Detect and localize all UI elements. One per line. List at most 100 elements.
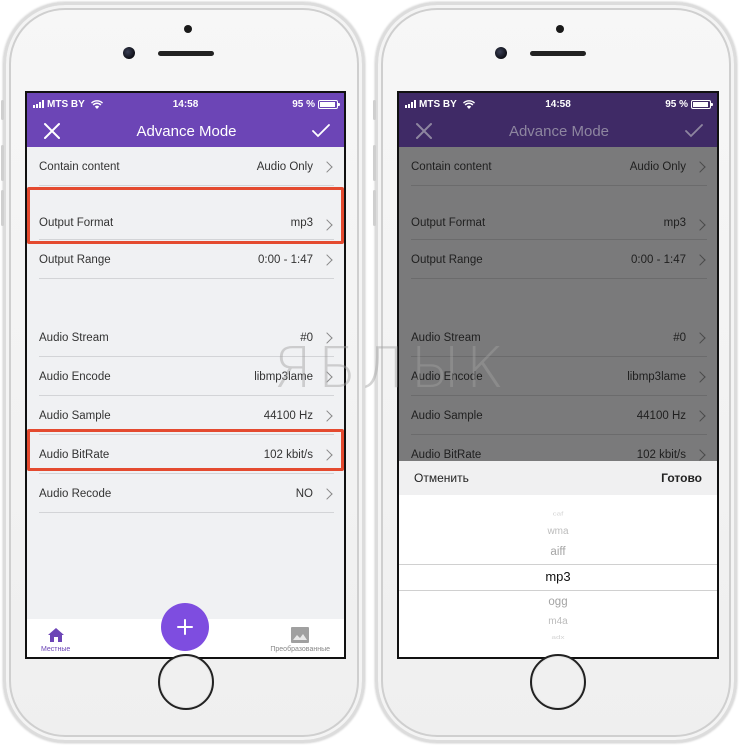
earpiece-speaker: [530, 51, 586, 56]
chevron-right-icon: [694, 370, 706, 383]
setting-row-output-format: Output Format mp3: [399, 186, 717, 240]
setting-label: Output Format: [411, 217, 486, 229]
setting-label: Contain content: [39, 160, 120, 173]
checkmark-icon[interactable]: [310, 120, 332, 142]
mute-switch: [1, 100, 4, 120]
nav-bar: Advance Mode: [27, 115, 344, 147]
battery-percent: 95 %: [665, 98, 688, 110]
chevron-right-icon: [321, 448, 333, 461]
setting-value: Audio Only: [629, 160, 686, 173]
picker-toolbar: Отменить Готово: [399, 461, 717, 495]
volume-down-button: [1, 190, 4, 226]
done-button[interactable]: Готово: [661, 471, 702, 485]
setting-label: Audio Stream: [411, 331, 481, 344]
close-icon: [413, 120, 435, 142]
setting-row-audio-recode[interactable]: Audio Recode NO: [27, 474, 344, 513]
tab-local[interactable]: Местные: [41, 627, 70, 653]
setting-value: mp3: [290, 217, 313, 229]
setting-value: 44100 Hz: [636, 409, 686, 422]
setting-label: Audio Sample: [411, 409, 483, 422]
settings-list: Contain content Audio Only Output Format…: [27, 147, 344, 513]
setting-row-audio-stream: Audio Stream #0: [399, 318, 717, 357]
setting-value: 0:00 - 1:47: [631, 253, 686, 266]
wifi-icon: [90, 99, 103, 109]
battery-icon: [691, 99, 713, 109]
page-title: Advance Mode: [136, 122, 237, 140]
chevron-right-icon: [694, 448, 706, 461]
setting-row-output-range: Output Range 0:00 - 1:47: [399, 240, 717, 279]
cancel-button[interactable]: Отменить: [414, 471, 469, 485]
setting-value: #0: [300, 331, 313, 344]
add-button[interactable]: [161, 603, 209, 651]
setting-label: Contain content: [411, 160, 492, 173]
volume-up-button: [373, 145, 376, 181]
proximity-sensor: [184, 25, 192, 33]
tab-converted[interactable]: Преобразованные: [270, 627, 330, 653]
setting-value: NO: [295, 487, 313, 500]
picker-option[interactable]: adx: [399, 634, 717, 640]
setting-row-contain-content: Contain content Audio Only: [399, 147, 717, 186]
chevron-right-icon: [321, 331, 333, 344]
setting-label: Audio Encode: [39, 370, 111, 383]
chevron-right-icon: [321, 370, 333, 383]
checkmark-icon: [683, 120, 705, 142]
phone-left: MTS BY 14:58 95 % Advance Mode Contain c…: [1, 2, 365, 743]
setting-label: Audio BitRate: [411, 448, 482, 461]
proximity-sensor: [556, 25, 564, 33]
picker-option[interactable]: aiff: [399, 546, 717, 558]
setting-value: 102 kbit/s: [636, 448, 686, 461]
battery-percent: 95 %: [292, 98, 315, 110]
picker-option[interactable]: m4a: [399, 616, 717, 627]
setting-value: 44100 Hz: [263, 409, 313, 422]
home-button: [530, 654, 586, 710]
tab-bar: Местные Преобразованные: [27, 603, 344, 657]
home-icon: [47, 628, 64, 642]
volume-up-button: [1, 145, 4, 181]
setting-label: Audio Stream: [39, 331, 109, 344]
setting-row-contain-content[interactable]: Contain content Audio Only: [27, 147, 344, 186]
setting-row-audio-sample[interactable]: Audio Sample 44100 Hz: [27, 396, 344, 435]
carrier-label: MTS BY: [419, 98, 457, 110]
picker-option[interactable]: wma: [399, 526, 717, 537]
chevron-right-icon: [694, 160, 706, 173]
close-icon[interactable]: [41, 120, 63, 142]
earpiece-speaker: [158, 51, 214, 56]
front-camera: [495, 47, 507, 59]
volume-down-button: [373, 190, 376, 226]
setting-value: Audio Only: [256, 160, 313, 173]
setting-row-audio-sample: Audio Sample 44100 Hz: [399, 396, 717, 435]
tab-converted-label: Преобразованные: [270, 646, 330, 653]
chevron-right-icon: [694, 219, 706, 231]
picker-option[interactable]: caf: [399, 510, 717, 516]
phone-right: MTS BY 14:58 95 % Advance Mode Contain c…: [373, 2, 737, 743]
setting-value: 102 kbit/s: [263, 448, 313, 461]
mute-switch: [373, 100, 376, 120]
wifi-icon: [462, 99, 475, 109]
home-button: [158, 654, 214, 710]
picker-option-selected[interactable]: mp3: [399, 569, 717, 584]
image-icon: [291, 627, 310, 643]
setting-value: 0:00 - 1:47: [258, 253, 313, 266]
setting-label: Output Format: [39, 217, 114, 229]
chevron-right-icon: [694, 409, 706, 422]
setting-label: Audio Recode: [39, 487, 112, 500]
picker-option[interactable]: ogg: [399, 596, 717, 608]
setting-row-audio-stream[interactable]: Audio Stream #0: [27, 318, 344, 357]
chevron-right-icon: [321, 160, 333, 173]
setting-row-audio-bitrate[interactable]: Audio BitRate 102 kbit/s: [27, 435, 344, 474]
setting-row-output-format[interactable]: Output Format mp3: [27, 186, 344, 240]
signal-icon: [33, 100, 44, 108]
setting-label: Audio Encode: [411, 370, 483, 383]
setting-row-output-range[interactable]: Output Range 0:00 - 1:47: [27, 240, 344, 279]
carrier-label: MTS BY: [47, 98, 85, 110]
chevron-right-icon: [321, 219, 333, 231]
setting-label: Audio BitRate: [39, 448, 110, 461]
setting-value: #0: [673, 331, 686, 344]
setting-row-audio-encode[interactable]: Audio Encode libmp3lame: [27, 357, 344, 396]
page-title: Advance Mode: [508, 122, 610, 140]
setting-value: libmp3lame: [627, 370, 686, 383]
chevron-right-icon: [321, 487, 333, 500]
format-picker-wheel[interactable]: caf wma aiff mp3 ogg m4a adx: [399, 495, 717, 657]
